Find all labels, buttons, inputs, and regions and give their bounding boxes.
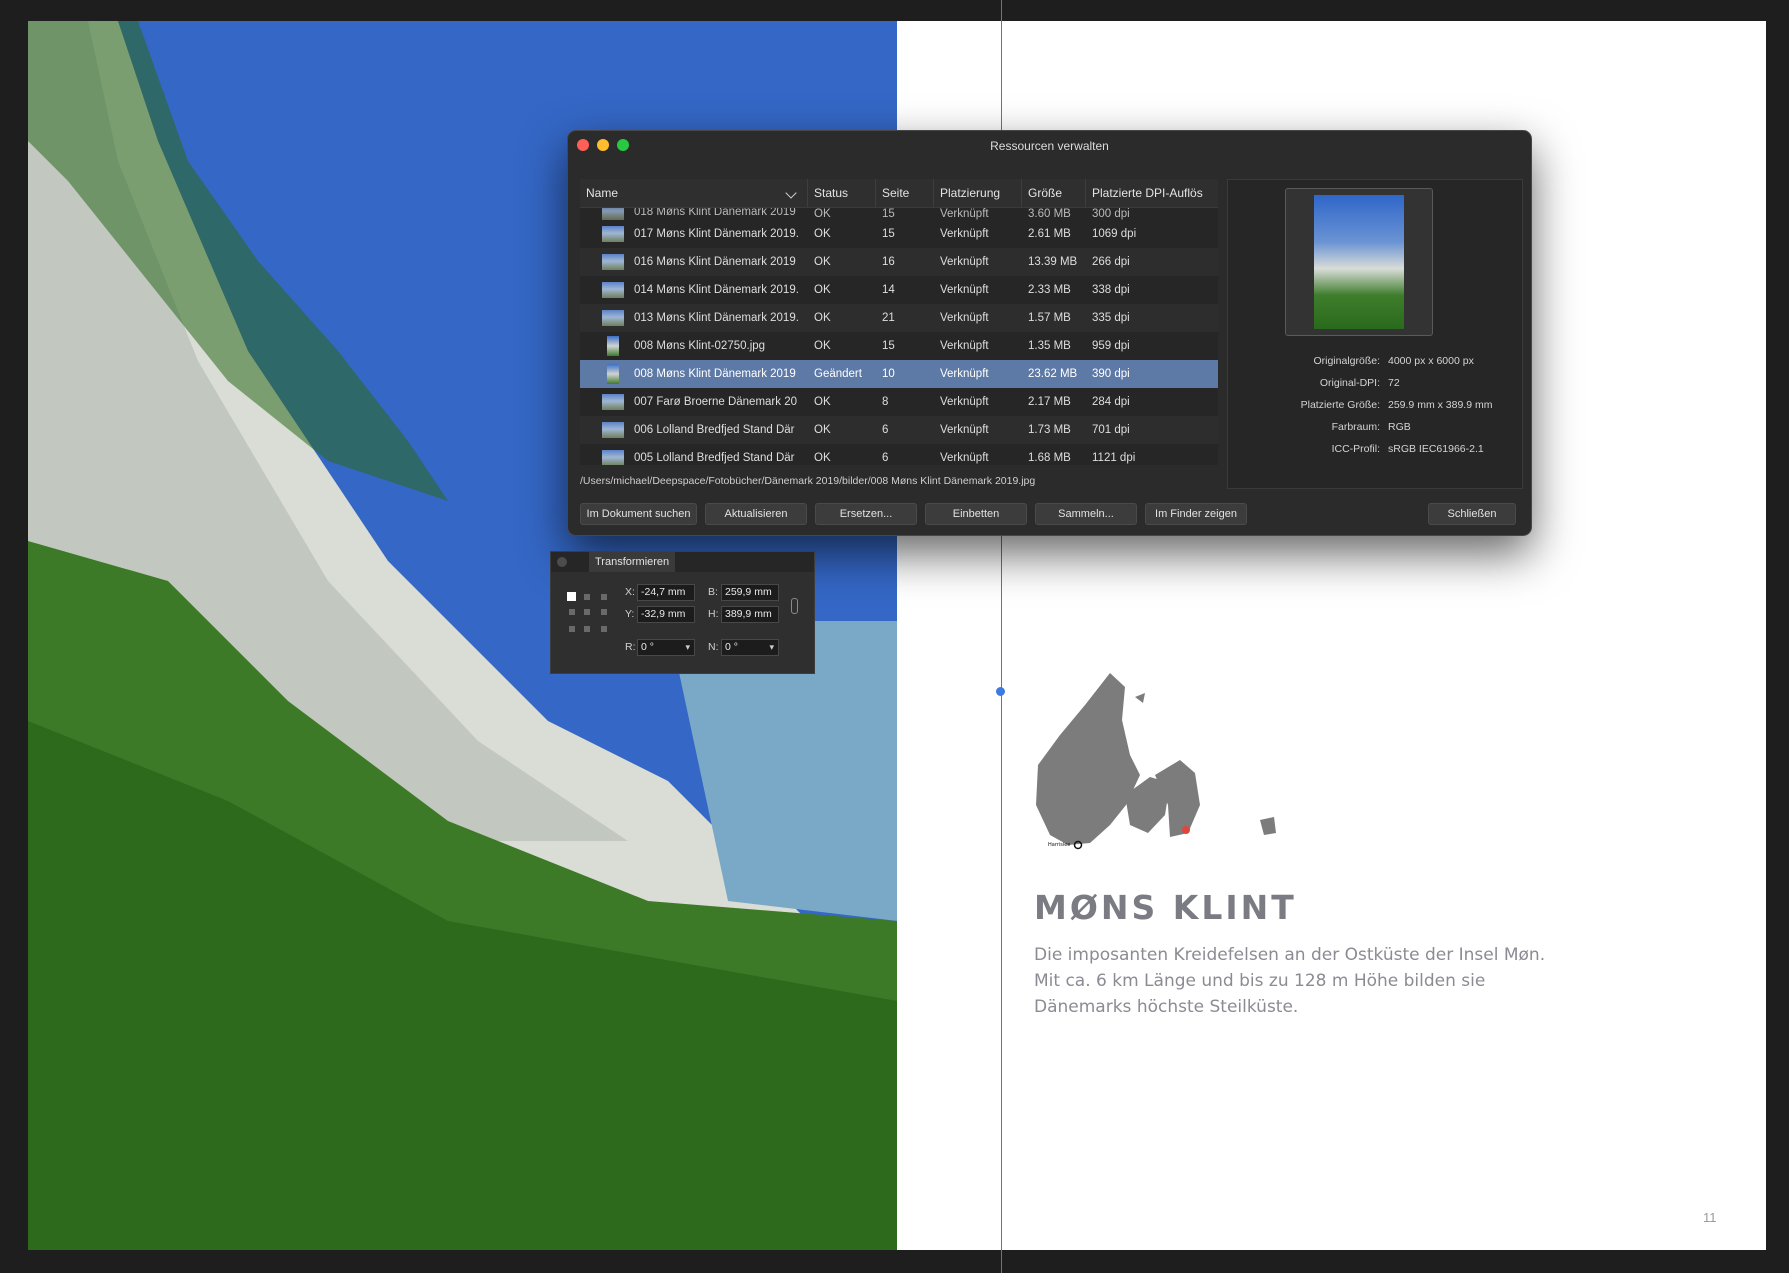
anchor-point[interactable]: [569, 609, 575, 615]
preview-frame: [1285, 188, 1433, 336]
y-position-field[interactable]: -32,9 mm: [637, 606, 695, 623]
rotation-label: R:: [625, 641, 636, 653]
info-value: sRGB IEC61966-2.1: [1388, 443, 1484, 455]
y-label: Y:: [625, 608, 635, 620]
info-label: Originalgröße:: [1313, 355, 1380, 367]
x-position-field[interactable]: -24,7 mm: [637, 584, 695, 601]
anchor-point[interactable]: [569, 626, 575, 632]
find-in-document-button[interactable]: Im Dokument suchen: [580, 503, 697, 525]
link-proportions-icon[interactable]: [791, 598, 798, 614]
info-value: 72: [1388, 377, 1400, 389]
resource-manager-dialog: Ressourcen verwalten Name Status Seite P…: [567, 130, 1532, 536]
image-thumbnail: [602, 394, 624, 410]
rotation-field[interactable]: 0 °: [637, 639, 695, 656]
column-header-size[interactable]: Größe: [1022, 179, 1086, 207]
collect-button[interactable]: Sammeln...: [1035, 503, 1137, 525]
image-thumbnail: [602, 450, 624, 465]
shear-label: N:: [708, 641, 719, 653]
table-row[interactable]: 007 Farø Broerne Dänemark 20 OK 8 Verknü…: [580, 388, 1218, 416]
preview-image: [1314, 195, 1404, 329]
height-label: H:: [708, 608, 719, 620]
width-field[interactable]: 259,9 mm: [721, 584, 779, 601]
image-info: Originalgröße: 4000 px x 6000 px Original…: [1228, 350, 1522, 460]
table-row[interactable]: 017 Møns Klint Dänemark 2019. OK 15 Verk…: [580, 220, 1218, 248]
transform-panel: Transformieren X: -24,7 mm Y: -32,9 mm B…: [550, 551, 815, 674]
info-value: 259.9 mm x 389.9 mm: [1388, 399, 1493, 411]
chevron-down-icon[interactable]: [785, 187, 797, 199]
table-row[interactable]: 008 Møns Klint-02750.jpg OK 15 Verknüpft…: [580, 332, 1218, 360]
shear-field[interactable]: 0 °: [721, 639, 779, 656]
replace-button[interactable]: Ersetzen...: [815, 503, 917, 525]
info-label: Platzierte Größe:: [1300, 399, 1380, 411]
anchor-selector[interactable]: [567, 592, 607, 632]
dialog-button-bar: Im Dokument suchen Aktualisieren Ersetze…: [580, 503, 1520, 525]
table-row[interactable]: 013 Møns Klint Dänemark 2019. OK 21 Verk…: [580, 304, 1218, 332]
width-label: B:: [708, 586, 718, 598]
denmark-map: Harrislee: [1036, 673, 1276, 850]
embed-button[interactable]: Einbetten: [925, 503, 1027, 525]
page-body-text[interactable]: Die imposanten Kreidefelsen an der Ostkü…: [1034, 942, 1554, 1020]
table-body: 018 Møns Klint Dänemark 2019 OK 15 Verkn…: [580, 208, 1218, 465]
location-pin-icon: [1182, 826, 1190, 834]
x-label: X:: [625, 586, 635, 598]
anchor-point[interactable]: [584, 594, 590, 600]
page-number: 11: [1703, 1210, 1717, 1225]
image-thumbnail: [602, 282, 624, 298]
resource-table[interactable]: Name Status Seite Platzierung Größe Plat…: [580, 179, 1218, 465]
show-in-finder-button[interactable]: Im Finder zeigen: [1145, 503, 1247, 525]
transform-panel-header[interactable]: Transformieren: [551, 552, 814, 572]
table-row-selected[interactable]: 008 Møns Klint Dänemark 2019 Geändert 10…: [580, 360, 1218, 388]
image-thumbnail: [607, 364, 619, 384]
page-heading[interactable]: Møns Klint: [1034, 888, 1297, 927]
anchor-point[interactable]: [567, 592, 576, 601]
table-row[interactable]: 005 Lolland Bredfjed Stand Där OK 6 Verk…: [580, 444, 1218, 465]
table-row[interactable]: 018 Møns Klint Dänemark 2019 OK 15 Verkn…: [580, 208, 1218, 220]
file-path: /Users/michael/Deepspace/Fotobücher/Däne…: [580, 475, 1036, 487]
anchor-point[interactable]: [584, 609, 590, 615]
column-header-name[interactable]: Name: [580, 179, 808, 207]
guide-handle[interactable]: [996, 687, 1005, 696]
anchor-point[interactable]: [601, 626, 607, 632]
anchor-point[interactable]: [601, 594, 607, 600]
table-row[interactable]: 016 Møns Klint Dänemark 2019 OK 16 Verkn…: [580, 248, 1218, 276]
close-button[interactable]: Schließen: [1428, 503, 1516, 525]
info-label: ICC-Profil:: [1331, 443, 1380, 455]
info-value: 4000 px x 6000 px: [1388, 355, 1474, 367]
image-thumbnail: [602, 226, 624, 242]
image-thumbnail: [602, 254, 624, 270]
column-header-dpi[interactable]: Platzierte DPI-Auflös: [1086, 179, 1218, 207]
info-label: Farbraum:: [1331, 421, 1380, 433]
preview-pane: Originalgröße: 4000 px x 6000 px Original…: [1227, 179, 1523, 489]
anchor-point[interactable]: [601, 609, 607, 615]
info-label: Original-DPI:: [1319, 377, 1380, 389]
table-row[interactable]: 014 Møns Klint Dänemark 2019. OK 14 Verk…: [580, 276, 1218, 304]
close-icon[interactable]: [557, 557, 567, 567]
image-thumbnail: [602, 310, 624, 326]
table-row[interactable]: 006 Lolland Bredfjed Stand Där OK 6 Verk…: [580, 416, 1218, 444]
image-thumbnail: [607, 336, 619, 356]
tab-transform[interactable]: Transformieren: [589, 552, 676, 572]
update-button[interactable]: Aktualisieren: [705, 503, 807, 525]
column-header-placement[interactable]: Platzierung: [934, 179, 1022, 207]
height-field[interactable]: 389,9 mm: [721, 606, 779, 623]
info-value: RGB: [1388, 421, 1411, 433]
dialog-titlebar[interactable]: Ressourcen verwalten: [568, 131, 1531, 159]
image-thumbnail: [602, 422, 624, 438]
column-header-status[interactable]: Status: [808, 179, 876, 207]
column-header-page[interactable]: Seite: [876, 179, 934, 207]
table-header: Name Status Seite Platzierung Größe Plat…: [580, 179, 1218, 208]
map-label: Harrislee: [1048, 842, 1070, 848]
anchor-point[interactable]: [584, 626, 590, 632]
dialog-title: Ressourcen verwalten: [990, 139, 1109, 153]
image-thumbnail: [602, 208, 624, 220]
